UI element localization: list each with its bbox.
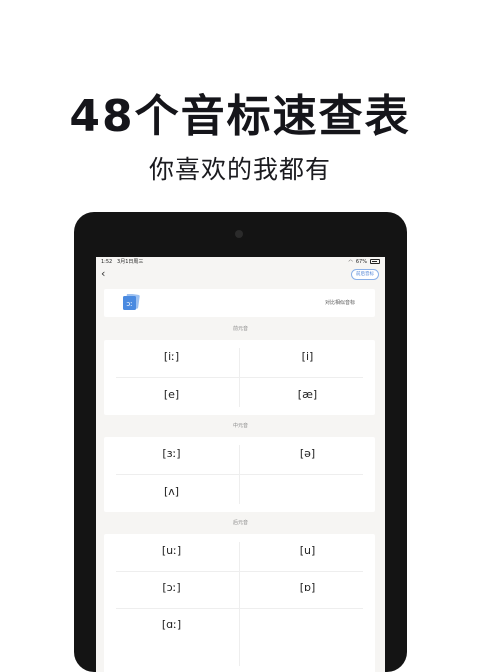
vowel-card-back: [uː] [u] [ɔː] [ɒ] [ɑː] bbox=[104, 534, 375, 672]
phonetic-cell[interactable]: [ɑː] bbox=[104, 618, 239, 631]
compare-banner[interactable]: ɔː 对比相似音标 bbox=[104, 289, 375, 317]
row-divider bbox=[116, 474, 363, 475]
nav-bar: ‹ 前后音标 bbox=[96, 266, 385, 282]
status-left: 1:52 3月1日周三 bbox=[101, 258, 143, 265]
tablet-frame: 1:52 3月1日周三 ◠ 67% ‹ 前后音标 ɔː 对比相似音标 前元音 [… bbox=[74, 212, 407, 672]
phonetic-cell[interactable]: [i] bbox=[240, 350, 375, 363]
row-divider bbox=[116, 377, 363, 378]
status-right: ◠ 67% bbox=[348, 258, 380, 265]
phonetic-cell[interactable]: [ʌ] bbox=[104, 485, 239, 498]
camera-dot bbox=[235, 230, 243, 238]
phonetic-cell[interactable]: [uː] bbox=[104, 544, 239, 557]
headline: 48个音标速查表 bbox=[69, 91, 411, 142]
subline: 你喜欢的我都有 bbox=[148, 155, 331, 184]
status-bar: 1:52 3月1日周三 ◠ 67% bbox=[96, 257, 385, 266]
svg-text:ɔː: ɔː bbox=[126, 300, 132, 308]
column-divider bbox=[239, 542, 240, 666]
status-time: 1:52 bbox=[101, 259, 113, 265]
phonetic-cell[interactable]: [u] bbox=[240, 544, 375, 557]
section-title-back: 后元音 bbox=[232, 520, 248, 526]
vowel-card-front: [iː] [i] [e] [æ] bbox=[104, 340, 375, 415]
phonetic-cell[interactable]: [æ] bbox=[240, 388, 375, 401]
phonetic-cell[interactable]: [ɔː] bbox=[104, 581, 239, 594]
phonetic-cell[interactable]: [e] bbox=[104, 388, 239, 401]
status-date: 3月1日周三 bbox=[117, 259, 144, 265]
banner-label: 对比相似音标 bbox=[324, 300, 355, 306]
compare-button[interactable]: 前后音标 bbox=[351, 269, 379, 280]
phonetic-cell[interactable]: [ə] bbox=[240, 447, 375, 460]
battery-percent: 67% bbox=[355, 258, 367, 265]
row-divider bbox=[116, 608, 363, 609]
chevron-left-icon[interactable]: ‹ bbox=[101, 266, 105, 282]
vowel-card-central: [ɜː] [ə] [ʌ] bbox=[104, 437, 375, 512]
section-title-central: 中元音 bbox=[232, 423, 248, 429]
battery-icon bbox=[370, 259, 380, 264]
phonetic-cell[interactable]: [iː] bbox=[104, 350, 239, 363]
section-title-front: 前元音 bbox=[232, 326, 248, 332]
app-screen: 1:52 3月1日周三 ◠ 67% ‹ 前后音标 ɔː 对比相似音标 前元音 [… bbox=[96, 257, 385, 672]
row-divider bbox=[116, 571, 363, 572]
wifi-icon: ◠ bbox=[348, 258, 353, 265]
phonetic-cell[interactable]: [ɒ] bbox=[240, 581, 375, 594]
flashcard-icon: ɔː bbox=[123, 294, 140, 310]
phonetic-cell[interactable]: [ɜː] bbox=[104, 447, 239, 460]
